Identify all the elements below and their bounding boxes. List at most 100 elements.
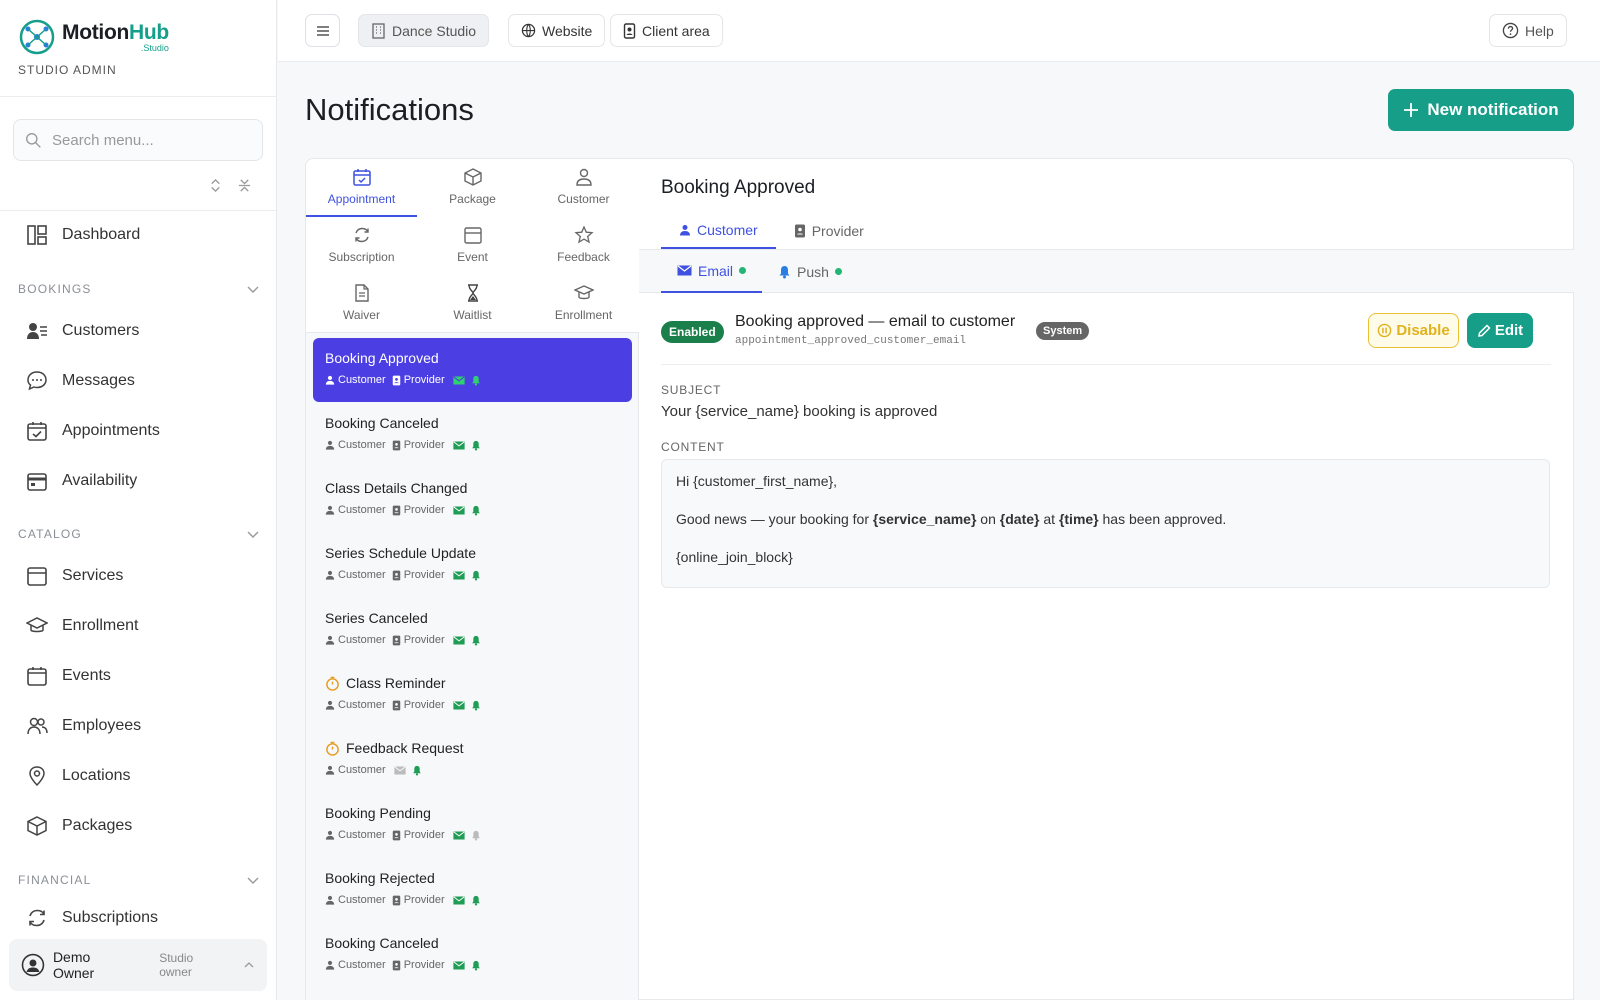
nav-dashboard[interactable]: Dashboard bbox=[26, 220, 140, 250]
brand-sub: .Studio bbox=[140, 42, 169, 53]
notification-item-title: Booking Rejected bbox=[325, 870, 435, 886]
person-icon bbox=[325, 765, 335, 775]
audience-customer: Customer bbox=[338, 764, 386, 776]
nav-customers[interactable]: Customers bbox=[26, 316, 139, 346]
person-icon bbox=[575, 168, 592, 186]
tab-subscription[interactable]: Subscription bbox=[306, 217, 417, 275]
id-badge-icon bbox=[794, 224, 805, 237]
nav-messages[interactable]: Messages bbox=[26, 366, 135, 396]
tab-enrollment[interactable]: Enrollment bbox=[528, 275, 639, 333]
push-status-dot bbox=[834, 268, 842, 275]
notification-item[interactable]: Booking Rejected Customer Provider bbox=[313, 858, 632, 922]
notification-item-meta: Customer Provider bbox=[325, 569, 632, 581]
website-button[interactable]: Website bbox=[508, 14, 606, 47]
search-menu[interactable] bbox=[13, 119, 263, 161]
envelope-icon bbox=[453, 440, 465, 449]
tab-package[interactable]: Package bbox=[417, 159, 528, 217]
notification-item[interactable]: Series Canceled Customer Provider bbox=[313, 598, 632, 662]
nav-packages[interactable]: Packages bbox=[26, 811, 132, 841]
tab-feedback[interactable]: Feedback bbox=[528, 217, 639, 275]
user-card[interactable]: Demo Owner Studio owner bbox=[9, 939, 267, 991]
notification-item[interactable]: Booking Canceled Customer Provider bbox=[313, 923, 632, 987]
section-financial[interactable]: FINANCIAL bbox=[18, 873, 260, 887]
tab-channel-email[interactable]: Email bbox=[661, 250, 763, 293]
bell-icon bbox=[471, 635, 480, 645]
nav-locations[interactable]: Locations bbox=[26, 761, 131, 791]
bell-icon bbox=[471, 505, 480, 515]
brand-logo[interactable]: MotionHub .Studio bbox=[18, 18, 169, 56]
section-catalog[interactable]: CATALOG bbox=[18, 527, 260, 541]
expand-all-icon[interactable] bbox=[208, 178, 223, 193]
studio-button[interactable]: Dance Studio bbox=[358, 14, 490, 47]
notification-item[interactable]: Class Details Changed Customer Provider bbox=[313, 468, 632, 532]
events-icon bbox=[27, 667, 47, 686]
channel-tabs: Email Push bbox=[661, 250, 858, 293]
search-icon bbox=[26, 132, 41, 148]
event-calendar-icon bbox=[463, 227, 482, 244]
tab-channel-push[interactable]: Push bbox=[762, 250, 858, 293]
document-icon bbox=[354, 284, 369, 302]
notification-item-meta: Customer Provider bbox=[325, 699, 632, 711]
refresh-icon bbox=[354, 227, 369, 243]
notification-item[interactable]: Feedback Request Customer bbox=[313, 728, 632, 792]
disable-button[interactable]: Disable bbox=[1368, 313, 1459, 348]
notification-item-title: Series Canceled bbox=[325, 610, 428, 626]
audience-customer: Customer bbox=[338, 829, 386, 841]
notification-item[interactable]: Booking Pending Customer Provider bbox=[313, 793, 632, 857]
envelope-icon bbox=[453, 570, 465, 579]
hamburger-icon bbox=[316, 25, 329, 36]
nav-enrollment[interactable]: Enrollment bbox=[26, 611, 138, 641]
help-button[interactable]: Help bbox=[1489, 14, 1567, 47]
tab-waitlist[interactable]: Waitlist bbox=[417, 275, 528, 333]
notification-item-title: Class Reminder bbox=[325, 675, 632, 691]
nav-events-label: Events bbox=[62, 667, 111, 684]
nav-employees[interactable]: Employees bbox=[26, 711, 141, 741]
notification-item-meta: Customer Provider bbox=[325, 894, 632, 906]
audience-provider: Provider bbox=[403, 959, 445, 971]
nav-services[interactable]: Services bbox=[26, 561, 123, 591]
tab-subscription-label: Subscription bbox=[328, 250, 395, 264]
avatar-icon bbox=[21, 953, 45, 977]
content-body: Hi {customer_first_name}, Good news — yo… bbox=[661, 459, 1550, 588]
notification-item-title: Booking Canceled bbox=[325, 935, 439, 951]
tab-feedback-label: Feedback bbox=[557, 250, 610, 264]
collapse-all-icon[interactable] bbox=[237, 178, 252, 193]
tab-customer[interactable]: Customer bbox=[528, 159, 639, 217]
notification-item-meta: Customer Provider bbox=[325, 829, 632, 841]
nav-availability[interactable]: Availability bbox=[26, 466, 137, 496]
star-icon bbox=[573, 225, 594, 244]
section-financial-label: FINANCIAL bbox=[18, 873, 92, 887]
person-icon bbox=[325, 505, 335, 515]
notification-item[interactable]: Booking Approved Customer Provider bbox=[313, 338, 632, 402]
new-notification-button[interactable]: New notification bbox=[1388, 89, 1574, 131]
id-badge-icon bbox=[392, 570, 400, 580]
menu-toggle-button[interactable] bbox=[305, 14, 340, 47]
tab-audience-provider-label: Provider bbox=[811, 222, 864, 239]
client-area-button[interactable]: Client area bbox=[610, 14, 723, 47]
person-icon bbox=[325, 440, 335, 450]
notification-item[interactable]: Class Reminder Customer Provider bbox=[313, 663, 632, 727]
edit-button[interactable]: Edit bbox=[1467, 313, 1533, 348]
nav-subscriptions[interactable]: Subscriptions bbox=[26, 906, 158, 930]
notification-item-meta: Customer Provider bbox=[325, 504, 632, 516]
tab-event[interactable]: Event bbox=[417, 217, 528, 275]
nav-appointments[interactable]: Appointments bbox=[26, 416, 160, 446]
tab-appointment[interactable]: Appointment bbox=[306, 159, 417, 217]
audience-provider: Provider bbox=[403, 829, 445, 841]
bell-icon bbox=[471, 440, 480, 450]
audience-provider: Provider bbox=[403, 894, 445, 906]
tab-audience-provider[interactable]: Provider bbox=[776, 212, 882, 249]
tab-waiver[interactable]: Waiver bbox=[306, 275, 417, 333]
tab-audience-customer[interactable]: Customer bbox=[661, 212, 776, 249]
search-menu-input[interactable] bbox=[52, 131, 242, 149]
disable-button-label: Disable bbox=[1396, 322, 1450, 339]
timer-icon bbox=[326, 676, 339, 691]
user-role: Studio owner bbox=[159, 951, 194, 979]
nav-events[interactable]: Events bbox=[26, 661, 111, 691]
notification-item[interactable]: Series Schedule Update Customer Provider bbox=[313, 533, 632, 597]
notification-item[interactable]: Booking Canceled Customer Provider bbox=[313, 403, 632, 467]
chevron-up-icon bbox=[244, 962, 254, 968]
content-label: CONTENT bbox=[661, 440, 725, 454]
section-bookings[interactable]: BOOKINGS bbox=[18, 282, 260, 296]
content-line-1: Hi {customer_first_name}, bbox=[676, 473, 838, 489]
